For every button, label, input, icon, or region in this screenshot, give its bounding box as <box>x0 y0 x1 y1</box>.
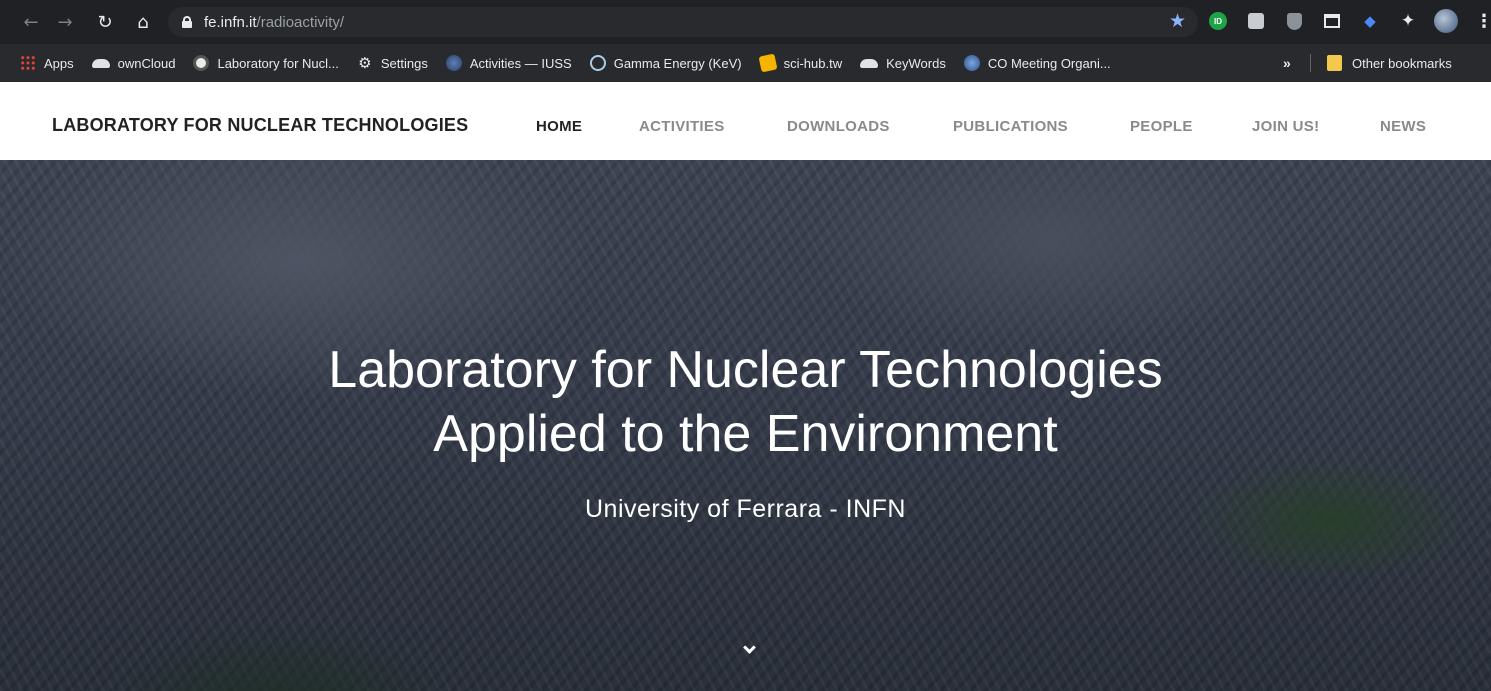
extension-green-icon[interactable]: ID <box>1205 8 1231 34</box>
nav-join-us[interactable]: JOIN US! <box>1252 118 1319 135</box>
bookmark-apps[interactable]: Apps <box>20 55 74 71</box>
bookmarks-bar: Apps ownCloud Laboratory for Nucl... ⚙ Se… <box>0 44 1491 82</box>
chevron-down-icon[interactable] <box>736 638 762 660</box>
gear-icon: ⚙ <box>358 54 372 72</box>
extensions-area: ID ◆ ✦ ⋮ <box>1205 8 1491 34</box>
forward-arrow-icon[interactable]: → <box>50 7 80 37</box>
bookmark-laboratory[interactable]: Laboratory for Nucl... <box>193 55 339 71</box>
bookmark-activities-iuss[interactable]: Activities — IUSS <box>445 55 572 71</box>
browser-toolbar: ← → ↻ ⌂ fe.infn.it/radioactivity/ ★ ID ◆… <box>0 0 1491 44</box>
site-navbar: LABORATORY FOR NUCLEAR TECHNOLOGIES HOME… <box>0 82 1491 160</box>
nav-publications[interactable]: PUBLICATIONS <box>953 118 1068 135</box>
bookmarks-divider <box>1310 54 1311 72</box>
extensions-puzzle-icon[interactable]: ✦ <box>1395 8 1421 34</box>
hero-banner: Laboratory for Nuclear Technologies Appl… <box>0 160 1491 691</box>
back-arrow-icon[interactable]: ← <box>16 7 46 37</box>
url-host: fe.infn.it <box>204 13 257 31</box>
address-bar[interactable]: fe.infn.it/radioactivity/ ★ <box>168 7 1198 37</box>
nav-news[interactable]: NEWS <box>1380 118 1426 135</box>
home-icon[interactable]: ⌂ <box>128 7 158 37</box>
lock-icon <box>182 16 192 28</box>
ring-icon <box>589 55 606 71</box>
bookmark-co-meeting[interactable]: CO Meeting Organi... <box>963 55 1111 71</box>
iuss-icon <box>445 55 462 71</box>
bookmark-settings[interactable]: ⚙ Settings <box>357 55 428 71</box>
reload-icon[interactable]: ↻ <box>90 7 120 37</box>
extension-square-icon[interactable] <box>1243 8 1269 34</box>
other-bookmarks-button[interactable]: Other bookmarks <box>1327 55 1452 71</box>
hero-subtitle: University of Ferrara - INFN <box>585 495 906 523</box>
nav-downloads[interactable]: DOWNLOADS <box>787 118 890 135</box>
profile-avatar-icon[interactable] <box>1433 8 1459 34</box>
apps-icon <box>20 55 36 71</box>
dropbox-extension-icon[interactable]: ◆ <box>1357 8 1383 34</box>
bookmark-keywords[interactable]: KeyWords <box>860 56 946 71</box>
scihub-icon <box>758 53 778 73</box>
window-extension-icon[interactable] <box>1319 8 1345 34</box>
nav-home[interactable]: HOME <box>536 118 582 135</box>
co-icon <box>963 55 980 71</box>
cloud-icon <box>91 58 110 68</box>
more-bookmarks-button[interactable]: » <box>1283 55 1291 71</box>
bookmark-gamma-energy[interactable]: Gamma Energy (KeV) <box>589 55 742 71</box>
bookmark-owncloud[interactable]: ownCloud <box>91 56 175 71</box>
hero-title-line-1: Laboratory for Nuclear Technologies <box>328 341 1163 399</box>
globe-icon <box>193 55 210 71</box>
site-brand[interactable]: LABORATORY FOR NUCLEAR TECHNOLOGIES <box>52 115 468 136</box>
ublock-shield-icon[interactable] <box>1281 8 1307 34</box>
nav-activities[interactable]: ACTIVITIES <box>639 118 725 135</box>
nav-people[interactable]: PEOPLE <box>1130 118 1193 135</box>
hero-title: Laboratory for Nuclear Technologies Appl… <box>0 338 1491 466</box>
url-path: /radioactivity/ <box>256 13 345 31</box>
cloud-icon <box>860 58 879 68</box>
folder-icon <box>1327 55 1342 71</box>
hero-title-line-2: Applied to the Environment <box>433 405 1058 463</box>
browser-menu-icon[interactable]: ⋮ <box>1471 8 1491 34</box>
bookmark-star-icon[interactable]: ★ <box>1169 10 1186 32</box>
bookmark-scihub[interactable]: sci-hub.tw <box>758 53 842 73</box>
